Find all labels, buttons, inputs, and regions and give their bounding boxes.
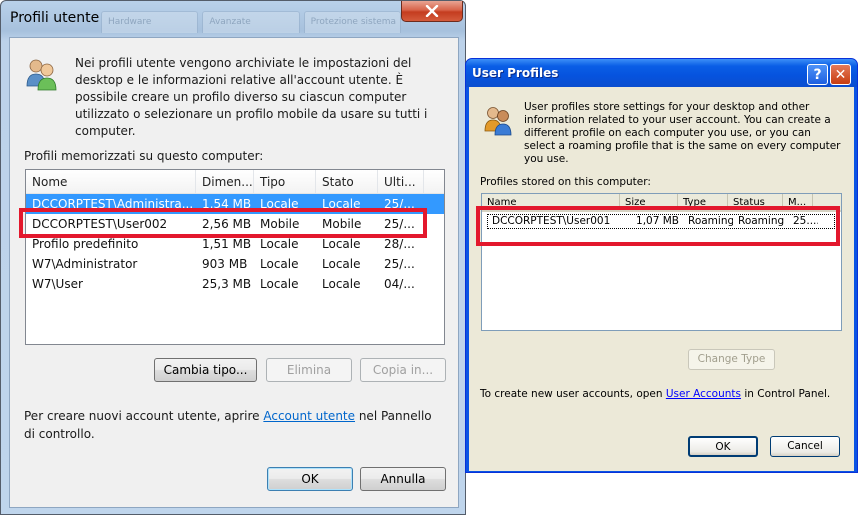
profile-status: Locale: [322, 277, 361, 291]
profile-name: W7\Administrator: [32, 257, 138, 271]
background-tab: Avanzate: [202, 11, 300, 33]
profili-utente-dialog: Profili utente Hardware Avanzate Protezi…: [0, 0, 466, 515]
profile-size: 903 MB: [202, 257, 248, 271]
close-icon: [425, 5, 439, 17]
list-header: Nome Dimen... Tipo Stato Ulti...: [26, 170, 444, 194]
footer-prefix: Per creare nuovi account utente, aprire: [24, 409, 264, 423]
column-header-name[interactable]: Nome: [26, 170, 196, 193]
background-tabs: Hardware Avanzate Protezione sistema: [101, 11, 401, 33]
profiles-list-label: Profili memorizzati su questo computer:: [24, 149, 264, 163]
profile-size: 25,3 MB: [202, 277, 252, 291]
change-type-button[interactable]: Change Type: [688, 349, 775, 370]
window-title: Profili utente: [10, 10, 100, 26]
delete-button[interactable]: Elimina: [266, 358, 352, 382]
help-icon: ?: [813, 66, 822, 83]
profile-modified: 04/...: [384, 277, 415, 291]
change-type-button[interactable]: Cambia tipo...: [154, 358, 257, 382]
profiles-description: Nei profili utente vengono archiviate le…: [75, 56, 428, 138]
users-icon: [26, 59, 57, 91]
column-header-modified[interactable]: Ulti...: [378, 170, 424, 193]
ok-button[interactable]: OK: [688, 436, 758, 457]
profiles-list-label: Profiles stored on this computer:: [480, 176, 651, 188]
background-tab: Protezione sistema: [303, 11, 401, 33]
profile-name: W7\User: [32, 277, 83, 291]
users-icon: [484, 107, 512, 136]
close-button[interactable]: [401, 1, 463, 22]
user-accounts-link[interactable]: Account utente: [263, 409, 355, 423]
profile-status: Locale: [322, 257, 361, 271]
cancel-button[interactable]: Annulla: [360, 467, 446, 491]
help-button[interactable]: ?: [807, 64, 828, 85]
background-tab: Hardware: [101, 11, 199, 33]
profiles-list[interactable]: Nome Dimen... Tipo Stato Ulti... DCCORPT…: [25, 169, 445, 345]
footer-prefix: To create new user accounts, open: [480, 388, 666, 400]
title-bar[interactable]: User Profiles ? ✕: [466, 59, 857, 87]
ok-button[interactable]: OK: [267, 467, 353, 491]
list-item[interactable]: W7\User 25,3 MB Locale Locale 04/...: [26, 274, 444, 294]
profile-modified: 25/...: [384, 257, 415, 271]
footer-text: Per creare nuovi account utente, aprire …: [24, 407, 434, 443]
list-item[interactable]: W7\Administrator 903 MB Locale Locale 25…: [26, 254, 444, 274]
column-header-status[interactable]: Stato: [316, 170, 378, 193]
close-button[interactable]: ✕: [830, 64, 851, 85]
highlight-box: [476, 206, 840, 246]
user-accounts-link[interactable]: User Accounts: [666, 388, 741, 400]
dialog-client-area: Nei profili utente vengono archiviate le…: [9, 37, 459, 508]
column-header-size[interactable]: Dimen...: [196, 170, 254, 193]
column-header-type[interactable]: Tipo: [254, 170, 316, 193]
window-title: User Profiles: [472, 66, 559, 80]
footer-text: To create new user accounts, open User A…: [480, 388, 830, 400]
cancel-button[interactable]: Cancel: [770, 436, 840, 457]
profile-type: Locale: [260, 277, 299, 291]
dialog-client-area: User profiles store settings for your de…: [469, 87, 854, 471]
close-icon: ✕: [834, 66, 847, 83]
profile-type: Locale: [260, 257, 299, 271]
user-profiles-dialog: User Profiles ? ✕ User profiles store se…: [465, 58, 858, 473]
profiles-description: User profiles store settings for your de…: [524, 101, 841, 165]
copy-to-button[interactable]: Copia in...: [360, 358, 446, 382]
highlight-box: [19, 208, 427, 238]
footer-suffix: in Control Panel.: [741, 388, 831, 400]
